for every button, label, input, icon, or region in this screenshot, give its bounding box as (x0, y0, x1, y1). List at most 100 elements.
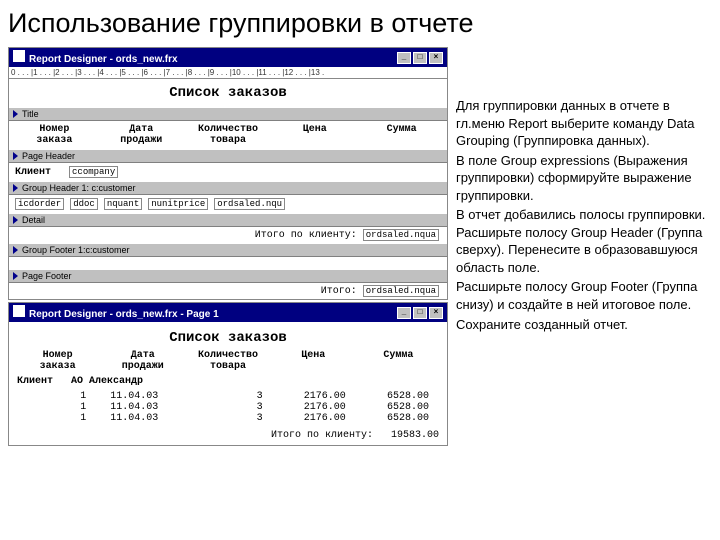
col-qty-2: товара (210, 135, 246, 146)
preview-heading: Список заказов (17, 326, 439, 350)
table-row: 1 11.04.03 3 2176.00 6528.00 (17, 402, 439, 413)
instruction-3: В отчет добавились полосы группировки. Р… (456, 206, 712, 276)
group-footer-label: Итого по клиенту: (255, 230, 357, 241)
cell-qty: 3 (193, 402, 272, 413)
left-column: Report Designer - ords_new.frx _ □ × 0 .… (8, 47, 448, 448)
preview-client-label: Клиент (17, 376, 53, 387)
preview-columns: Номерзаказа Датапродажи Количествотовара… (17, 350, 439, 372)
band-page-footer-label: Page Footer (22, 271, 72, 281)
preview-footer-total: 19583.00 (391, 430, 439, 441)
close-button[interactable]: × (429, 307, 443, 319)
app-icon (13, 50, 25, 62)
maximize-button[interactable]: □ (413, 307, 427, 319)
report-designer-window: Report Designer - ords_new.frx _ □ × 0 .… (8, 47, 448, 300)
report-heading: Список заказов (9, 79, 447, 107)
cell-date: 11.04.03 (110, 391, 189, 402)
cell-date: 11.04.03 (110, 413, 189, 424)
field-nquant[interactable]: nquant (104, 198, 142, 210)
instruction-1: Для группировки данных в отчете в гл.мен… (456, 97, 712, 150)
field-ddoc[interactable]: ddoc (70, 198, 98, 210)
instruction-2: В поле Group expressions (Выражения груп… (456, 152, 712, 205)
report-preview-window: Report Designer - ords_new.frx - Page 1 … (8, 302, 448, 446)
band-page-footer[interactable]: Page Footer (9, 269, 447, 283)
band-page-header[interactable]: Page Header (9, 149, 447, 163)
pcol-sum: Сумма (383, 350, 413, 361)
col-sum: Сумма (387, 124, 417, 135)
client-label: Клиент (15, 167, 51, 178)
preview-body: Список заказов Номерзаказа Датапродажи К… (9, 322, 447, 445)
col-date-2: продажи (120, 135, 162, 146)
minimize-button[interactable]: _ (397, 307, 411, 319)
cell-price: 2176.00 (277, 391, 356, 402)
band-group-header[interactable]: Group Header 1: c:customer (9, 181, 447, 195)
band-page-header-label: Page Header (22, 151, 75, 161)
preview-title: Report Designer - ords_new.frx - Page 1 (29, 309, 219, 320)
col-order-2: заказа (36, 135, 72, 146)
band-title-label: Title (22, 109, 39, 119)
instructions-column: Для группировки данных в отчете в гл.мен… (456, 47, 712, 448)
preview-footer-row: Итого по клиенту: 19583.00 (17, 430, 439, 441)
cell-order: 1 (17, 402, 106, 413)
group-footer-area: Итого по клиенту: ordsaled.nqua (9, 227, 447, 243)
band-marker-icon (13, 246, 18, 254)
cell-qty: 3 (193, 391, 272, 402)
preview-titlebar[interactable]: Report Designer - ords_new.frx - Page 1 … (9, 303, 447, 322)
band-group-footer[interactable]: Group Footer 1:c:customer (9, 243, 447, 257)
page-footer-spacer (9, 257, 447, 269)
table-row: 1 11.04.03 3 2176.00 6528.00 (17, 391, 439, 402)
page-header-area: Номерзаказа Датапродажи Количествотовара… (9, 121, 447, 149)
field-icdorder[interactable]: icdorder (15, 198, 64, 210)
band-marker-icon (13, 272, 18, 280)
band-group-header-label: Group Header 1: c:customer (22, 183, 136, 193)
band-title[interactable]: Title (9, 107, 447, 121)
content-row: Report Designer - ords_new.frx _ □ × 0 .… (8, 47, 712, 448)
field-ccompany[interactable]: ccompany (69, 166, 118, 178)
cell-sum: 6528.00 (360, 413, 439, 424)
page-footer-label: Итого: (321, 286, 357, 297)
pcol-qty-2: товара (210, 361, 246, 372)
cell-order: 1 (17, 413, 106, 424)
col-date-1: Дата (129, 124, 153, 135)
slide-title: Использование группировки в отчете (8, 8, 712, 39)
cell-sum: 6528.00 (360, 391, 439, 402)
cell-date: 11.04.03 (110, 402, 189, 413)
cell-order: 1 (17, 391, 106, 402)
ruler: 0 . . . |1 . . . |2 . . . |3 . . . |4 . … (9, 67, 447, 79)
band-marker-icon (13, 184, 18, 192)
col-order-1: Номер (39, 124, 69, 135)
band-group-footer-label: Group Footer 1:c:customer (22, 245, 130, 255)
window-controls: _ □ × (397, 52, 443, 64)
pcol-price: Цена (301, 350, 325, 361)
designer-titlebar[interactable]: Report Designer - ords_new.frx _ □ × (9, 48, 447, 67)
preview-client-value: АО Александр (71, 376, 143, 387)
page-footer-area: Итого: ordsaled.nqua (9, 283, 447, 299)
field-group-total[interactable]: ordsaled.nqua (363, 229, 439, 241)
cell-price: 2176.00 (277, 413, 356, 424)
group-header-area: Клиент ccompany (9, 163, 447, 181)
pcol-order-2: заказа (40, 361, 76, 372)
designer-title: Report Designer - ords_new.frx (29, 54, 178, 65)
band-detail-label: Detail (22, 215, 45, 225)
app-icon (13, 305, 25, 317)
instruction-5: Сохраните созданный отчет. (456, 316, 712, 334)
preview-client-row: Клиент АО Александр (17, 376, 439, 387)
preview-footer-label: Итого по клиенту: (271, 430, 373, 441)
table-row: 1 11.04.03 3 2176.00 6528.00 (17, 413, 439, 424)
col-price: Цена (303, 124, 327, 135)
cell-price: 2176.00 (277, 402, 356, 413)
field-nunitprice[interactable]: nunitprice (148, 198, 208, 210)
window-controls: _ □ × (397, 307, 443, 319)
close-button[interactable]: × (429, 52, 443, 64)
pcol-qty-1: Количество (198, 350, 258, 361)
field-ordsaled[interactable]: ordsaled.nqu (214, 198, 285, 210)
minimize-button[interactable]: _ (397, 52, 411, 64)
detail-area: icdorder ddoc nquant nunitprice ordsaled… (9, 195, 447, 213)
field-page-total[interactable]: ordsaled.nqua (363, 285, 439, 297)
col-qty-1: Количество (198, 124, 258, 135)
cell-qty: 3 (193, 413, 272, 424)
band-marker-icon (13, 216, 18, 224)
maximize-button[interactable]: □ (413, 52, 427, 64)
band-detail[interactable]: Detail (9, 213, 447, 227)
instruction-4: Расширьте полосу Group Footer (Группа сн… (456, 278, 712, 313)
pcol-date-2: продажи (122, 361, 164, 372)
